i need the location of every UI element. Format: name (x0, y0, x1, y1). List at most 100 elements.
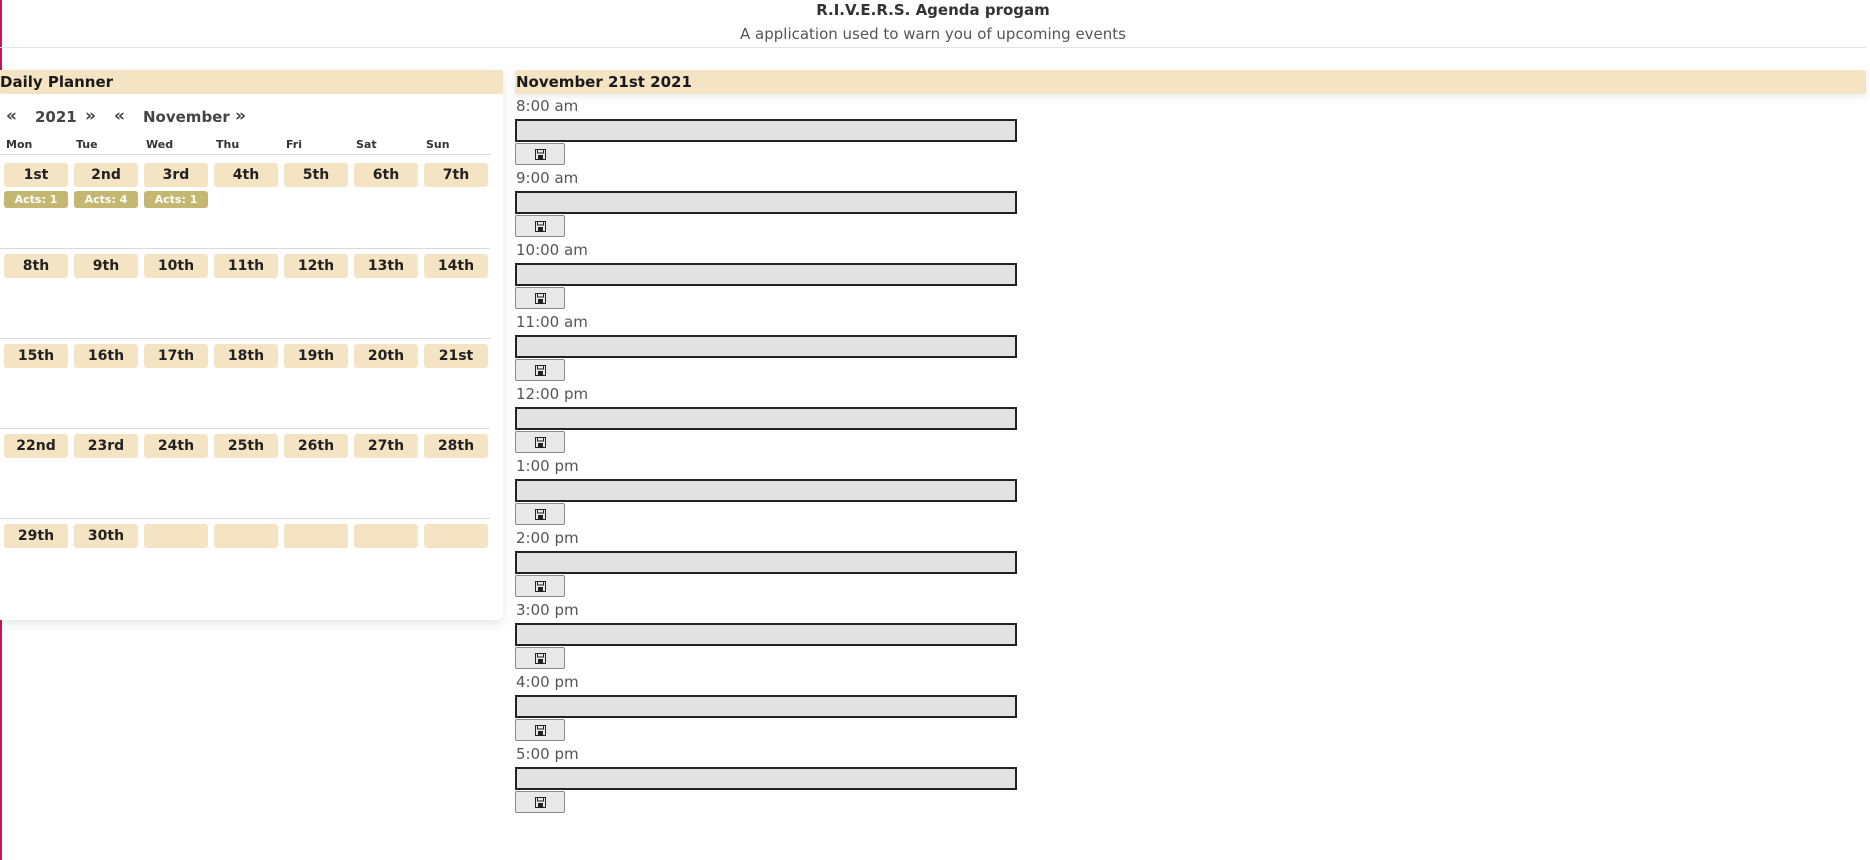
save-button[interactable] (515, 503, 565, 525)
schedule-header: November 21st 2021 (515, 70, 1866, 94)
time-slot-input[interactable] (515, 119, 1017, 142)
save-button[interactable] (515, 431, 565, 453)
month-label: November (143, 108, 230, 126)
calendar-day[interactable]: 19th (284, 344, 348, 368)
calendar-day[interactable]: 7th (424, 163, 488, 187)
calendar-day[interactable]: 13th (354, 254, 418, 278)
calendar-day[interactable]: 9th (74, 254, 138, 278)
calendar-day[interactable]: 11th (214, 254, 278, 278)
time-slot-input[interactable] (515, 551, 1017, 574)
save-button[interactable] (515, 719, 565, 741)
time-slot-label: 2:00 pm (516, 529, 579, 547)
calendar-day[interactable]: 6th (354, 163, 418, 187)
calendar-day[interactable]: 28th (424, 434, 488, 458)
time-slot-input[interactable] (515, 623, 1017, 646)
calendar-day[interactable]: 29th (4, 524, 68, 548)
activity-count-badge[interactable]: Acts: 4 (74, 191, 138, 208)
calendar-week-row: 29th 30th (0, 518, 490, 609)
weekday-label: Mon (6, 138, 33, 151)
calendar-day[interactable]: 30th (74, 524, 138, 548)
calendar-day-empty (284, 524, 348, 548)
save-button[interactable] (515, 791, 565, 813)
activity-count-badge[interactable]: Acts: 1 (144, 191, 208, 208)
time-slot-input[interactable] (515, 191, 1017, 214)
next-month-icon[interactable]: » (235, 106, 246, 126)
calendar-day-empty (424, 524, 488, 548)
calendar-day[interactable]: 21st (424, 344, 488, 368)
weekday-label: Thu (216, 138, 240, 151)
prev-year-icon[interactable]: « (6, 106, 17, 126)
next-year-icon[interactable]: » (85, 106, 96, 126)
selected-date-title: November 21st 2021 (515, 70, 1866, 94)
prev-month-icon[interactable]: « (114, 106, 125, 126)
calendar-day[interactable]: 10th (144, 254, 208, 278)
calendar-day[interactable]: 24th (144, 434, 208, 458)
calendar-day[interactable]: 16th (74, 344, 138, 368)
time-slot-input[interactable] (515, 479, 1017, 502)
calendar-day[interactable]: 4th (214, 163, 278, 187)
calendar-day[interactable]: 12th (284, 254, 348, 278)
time-slot-label: 11:00 am (516, 313, 588, 331)
time-slot-label: 3:00 pm (516, 601, 579, 619)
floppy-disk-icon (534, 796, 546, 808)
time-slot-label: 8:00 am (516, 97, 579, 115)
calendar-day[interactable]: 18th (214, 344, 278, 368)
save-button[interactable] (515, 143, 565, 165)
calendar-day[interactable]: 20th (354, 344, 418, 368)
weekday-header: Mon Tue Wed Thu Fri Sat Sun (0, 136, 490, 155)
save-button[interactable] (515, 647, 565, 669)
weekday-label: Tue (76, 138, 98, 151)
floppy-disk-icon (534, 580, 546, 592)
weekday-label: Sun (426, 138, 450, 151)
time-slot-label: 12:00 pm (516, 385, 589, 403)
calendar-day-empty (144, 524, 208, 548)
calendar-day[interactable]: 22nd (4, 434, 68, 458)
app-header: R.I.V.E.R.S. Agenda progam A application… (0, 0, 1866, 48)
weekday-label: Sat (356, 138, 377, 151)
floppy-disk-icon (534, 436, 546, 448)
calendar-day-empty (354, 524, 418, 548)
calendar-day[interactable]: 3rd (144, 163, 208, 187)
time-slot-input[interactable] (515, 695, 1017, 718)
calendar-day[interactable]: 14th (424, 254, 488, 278)
calendar-day[interactable]: 26th (284, 434, 348, 458)
calendar-day[interactable]: 17th (144, 344, 208, 368)
calendar-day[interactable]: 8th (4, 254, 68, 278)
time-slot-label: 4:00 pm (516, 673, 579, 691)
weekday-label: Wed (146, 138, 174, 151)
time-slot-label: 9:00 am (516, 169, 579, 187)
floppy-disk-icon (534, 652, 546, 664)
time-slot-input[interactable] (515, 263, 1017, 286)
floppy-disk-icon (534, 364, 546, 376)
planner-title: Daily Planner (0, 70, 503, 94)
time-slot-label: 1:00 pm (516, 457, 579, 475)
calendar-day[interactable]: 23rd (74, 434, 138, 458)
time-slot-input[interactable] (515, 767, 1017, 790)
calendar-day[interactable]: 5th (284, 163, 348, 187)
calendar-day[interactable]: 15th (4, 344, 68, 368)
daily-planner-panel: Daily Planner « 2021 » « November » Mon T… (0, 70, 503, 620)
calendar-week-row: 22nd 23rd 24th 25th 26th 27th 28th (0, 428, 490, 519)
calendar-week-row: 15th 16th 17th 18th 19th 20th 21st (0, 338, 490, 429)
weekday-label: Fri (286, 138, 303, 151)
floppy-disk-icon (534, 724, 546, 736)
floppy-disk-icon (534, 508, 546, 520)
floppy-disk-icon (534, 148, 546, 160)
calendar-week-row: 8th 9th 10th 11th 12th 13th 14th (0, 248, 490, 339)
save-button[interactable] (515, 287, 565, 309)
time-slot-label: 5:00 pm (516, 745, 579, 763)
save-button[interactable] (515, 359, 565, 381)
activity-count-badge[interactable]: Acts: 1 (4, 191, 68, 208)
save-button[interactable] (515, 215, 565, 237)
app-subtitle: A application used to warn you of upcomi… (740, 25, 1126, 43)
calendar-day[interactable]: 25th (214, 434, 278, 458)
calendar-day[interactable]: 1st (4, 163, 68, 187)
calendar-day[interactable]: 27th (354, 434, 418, 458)
app-title: R.I.V.E.R.S. Agenda progam (816, 1, 1050, 19)
time-slot-input[interactable] (515, 407, 1017, 430)
calendar-day[interactable]: 2nd (74, 163, 138, 187)
time-slot-label: 10:00 am (516, 241, 588, 259)
save-button[interactable] (515, 575, 565, 597)
time-slot-input[interactable] (515, 335, 1017, 358)
floppy-disk-icon (534, 292, 546, 304)
